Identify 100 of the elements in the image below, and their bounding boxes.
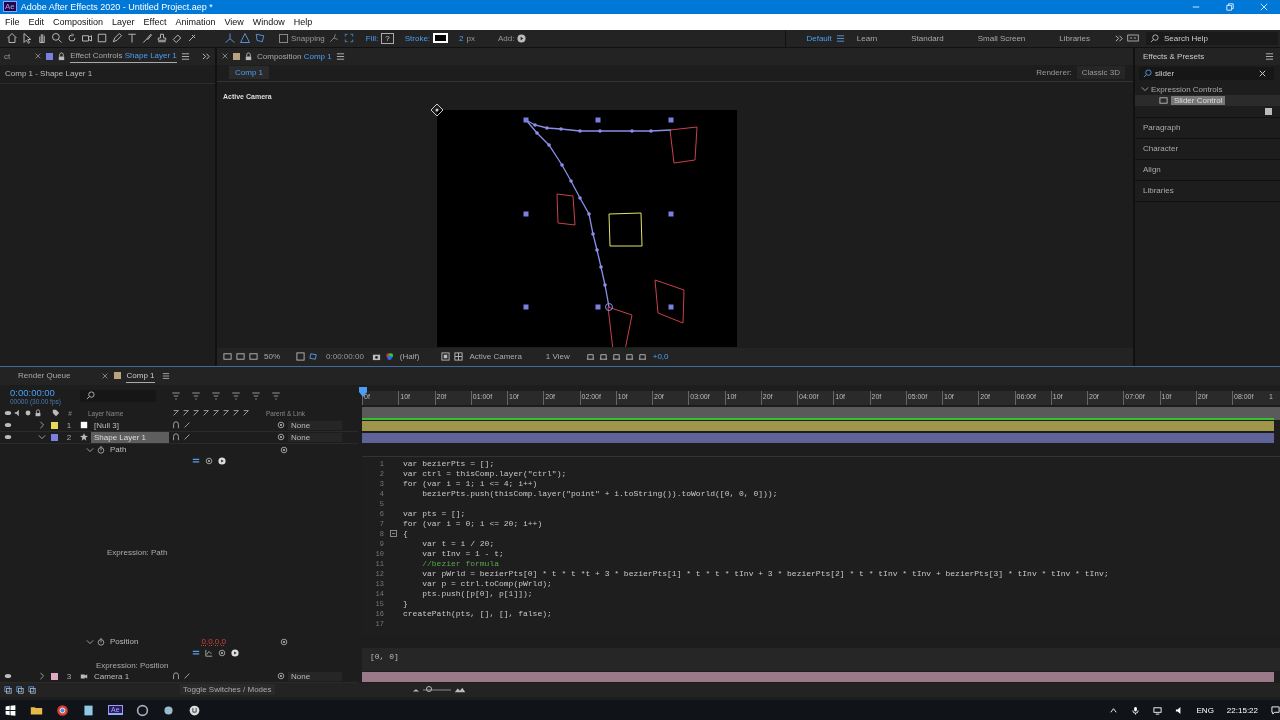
exposure-value[interactable]: +0,0	[652, 352, 669, 362]
play-icon[interactable]	[517, 33, 527, 43]
tag-icon[interactable]	[52, 409, 60, 418]
layer-name[interactable]: Camera 1	[91, 670, 169, 682]
menu-item[interactable]: Window	[252, 16, 285, 27]
expression-menu-icon[interactable]	[231, 648, 239, 657]
comp-tab[interactable]: Comp 1	[229, 66, 269, 80]
current-time[interactable]: 0:00:00:00	[322, 352, 368, 362]
menu-item[interactable]: View	[224, 16, 244, 27]
toggle-switches-button[interactable]: Toggle Switches / Modes	[180, 684, 275, 696]
workspace-tab[interactable]: Learn	[844, 33, 900, 43]
timeline-tool-icon[interactable]	[210, 389, 222, 402]
view-option-icon[interactable]	[611, 352, 621, 362]
menu-item[interactable]: Effect	[143, 16, 167, 27]
shy-icon[interactable]	[172, 672, 180, 681]
pick-whip-icon[interactable]	[277, 672, 285, 681]
view-option-icon[interactable]	[585, 352, 595, 362]
panel-header[interactable]: Libraries	[1135, 180, 1280, 202]
brush-icon[interactable]	[141, 32, 153, 45]
transparency-grid-icon[interactable]	[454, 352, 464, 362]
graph-icon[interactable]	[205, 648, 213, 657]
search-box[interactable]: Search Help	[1146, 31, 1278, 45]
switch-icon[interactable]	[183, 672, 191, 681]
snap-icon[interactable]	[327, 32, 340, 45]
layer-bar[interactable]	[362, 420, 1274, 431]
layer-name[interactable]: Shape Layer 1	[91, 431, 169, 443]
panel-toggle-icon[interactable]	[4, 685, 12, 694]
workspace-tab[interactable]: Standard	[899, 33, 966, 43]
layer-name[interactable]: [Null 3]	[91, 419, 169, 431]
stamp-icon[interactable]	[156, 32, 168, 45]
speaker-icon[interactable]	[14, 409, 22, 418]
notification-icon[interactable]	[1271, 705, 1280, 715]
effect-controls-tab[interactable]: Effect Controls Shape Layer 1	[70, 49, 177, 64]
region-icon[interactable]	[441, 352, 451, 362]
expression-enable-icon[interactable]	[192, 648, 200, 657]
chevron-icon[interactable]	[202, 51, 211, 61]
menu-item[interactable]: Layer	[112, 16, 135, 27]
switch-icon[interactable]	[202, 409, 210, 418]
browser-icon[interactable]	[56, 703, 69, 717]
stroke-swatch[interactable]	[433, 33, 449, 44]
panel-toggle-icon[interactable]	[16, 685, 24, 694]
search-box[interactable]: slider	[1139, 66, 1274, 80]
network-icon[interactable]	[1152, 705, 1162, 715]
circle-app-icon[interactable]	[135, 703, 149, 717]
menu-icon[interactable]	[161, 371, 170, 380]
panel-header[interactable]: Align	[1135, 159, 1280, 181]
menu-icon[interactable]	[835, 33, 845, 43]
menu-item[interactable]: Help	[293, 16, 313, 27]
panel-toggle-icon[interactable]	[28, 685, 36, 694]
pick-whip-icon[interactable]	[218, 648, 226, 657]
panel-header[interactable]: Paragraph	[1135, 117, 1280, 139]
axis-icon[interactable]	[239, 32, 251, 45]
lock-icon[interactable]	[244, 51, 253, 61]
menu-icon[interactable]	[335, 51, 345, 61]
panel-icon[interactable]	[1127, 32, 1139, 45]
menu-item[interactable]: Composition	[53, 16, 104, 27]
hand-icon[interactable]	[36, 32, 48, 45]
switch-icon[interactable]	[222, 409, 230, 418]
switch-icon[interactable]	[242, 409, 250, 418]
work-area-bar[interactable]	[362, 417, 1274, 420]
fit-icon[interactable]	[296, 352, 305, 362]
switch-icon[interactable]	[172, 409, 180, 418]
tree-folder[interactable]: Expression Controls	[1135, 81, 1280, 95]
notepad-icon[interactable]	[82, 703, 95, 717]
switch-icon[interactable]	[192, 409, 200, 418]
parent-dropdown[interactable]: None	[288, 432, 342, 442]
workspace-tab[interactable]: Small Screen	[965, 33, 1048, 43]
new-folder-icon[interactable]	[1265, 107, 1272, 115]
menu-item[interactable]: Animation	[175, 16, 216, 27]
chevron-up-icon[interactable]	[1108, 705, 1118, 715]
engine-app-icon[interactable]	[187, 703, 201, 717]
switch-icon[interactable]	[182, 409, 190, 418]
layer-search-field[interactable]	[80, 389, 156, 402]
expression-menu-icon[interactable]	[218, 456, 226, 465]
restore-icon[interactable]	[1226, 2, 1234, 11]
close-icon[interactable]	[34, 52, 43, 61]
panel-tab[interactable]: ct	[4, 51, 11, 61]
effect-list-entry[interactable]: Slider Control	[1171, 95, 1226, 105]
switch-icon[interactable]	[232, 409, 240, 418]
renderer-button[interactable]: Classic 3D	[1076, 66, 1125, 80]
search-help-field[interactable]: Search Help	[1164, 33, 1254, 43]
crosshair-icon[interactable]	[431, 103, 443, 116]
collapse-icon[interactable]	[390, 530, 397, 538]
caret-icon[interactable]	[86, 445, 94, 454]
type-tool-icon[interactable]	[126, 32, 138, 45]
layer-bar[interactable]	[362, 671, 1274, 682]
timecode[interactable]: 0:00:00:00	[10, 386, 72, 398]
axis-icon[interactable]	[224, 32, 236, 45]
property-value[interactable]: 0,0,0,0	[201, 637, 226, 647]
timeline-tool-icon[interactable]	[270, 389, 282, 402]
timeline-tab[interactable]: Comp 1	[126, 368, 155, 383]
menu-icon[interactable]	[180, 51, 190, 61]
eraser-icon[interactable]	[171, 32, 183, 45]
view-option-icon[interactable]	[624, 352, 634, 362]
resolution-dropdown[interactable]: (Half)	[397, 352, 438, 362]
parent-dropdown[interactable]: None	[288, 420, 342, 430]
chevron-icon[interactable]	[1115, 33, 1124, 43]
timeline-tool-icon[interactable]	[250, 389, 262, 402]
timeline-tool-icon[interactable]	[170, 389, 182, 402]
eye-icon[interactable]	[4, 672, 12, 681]
